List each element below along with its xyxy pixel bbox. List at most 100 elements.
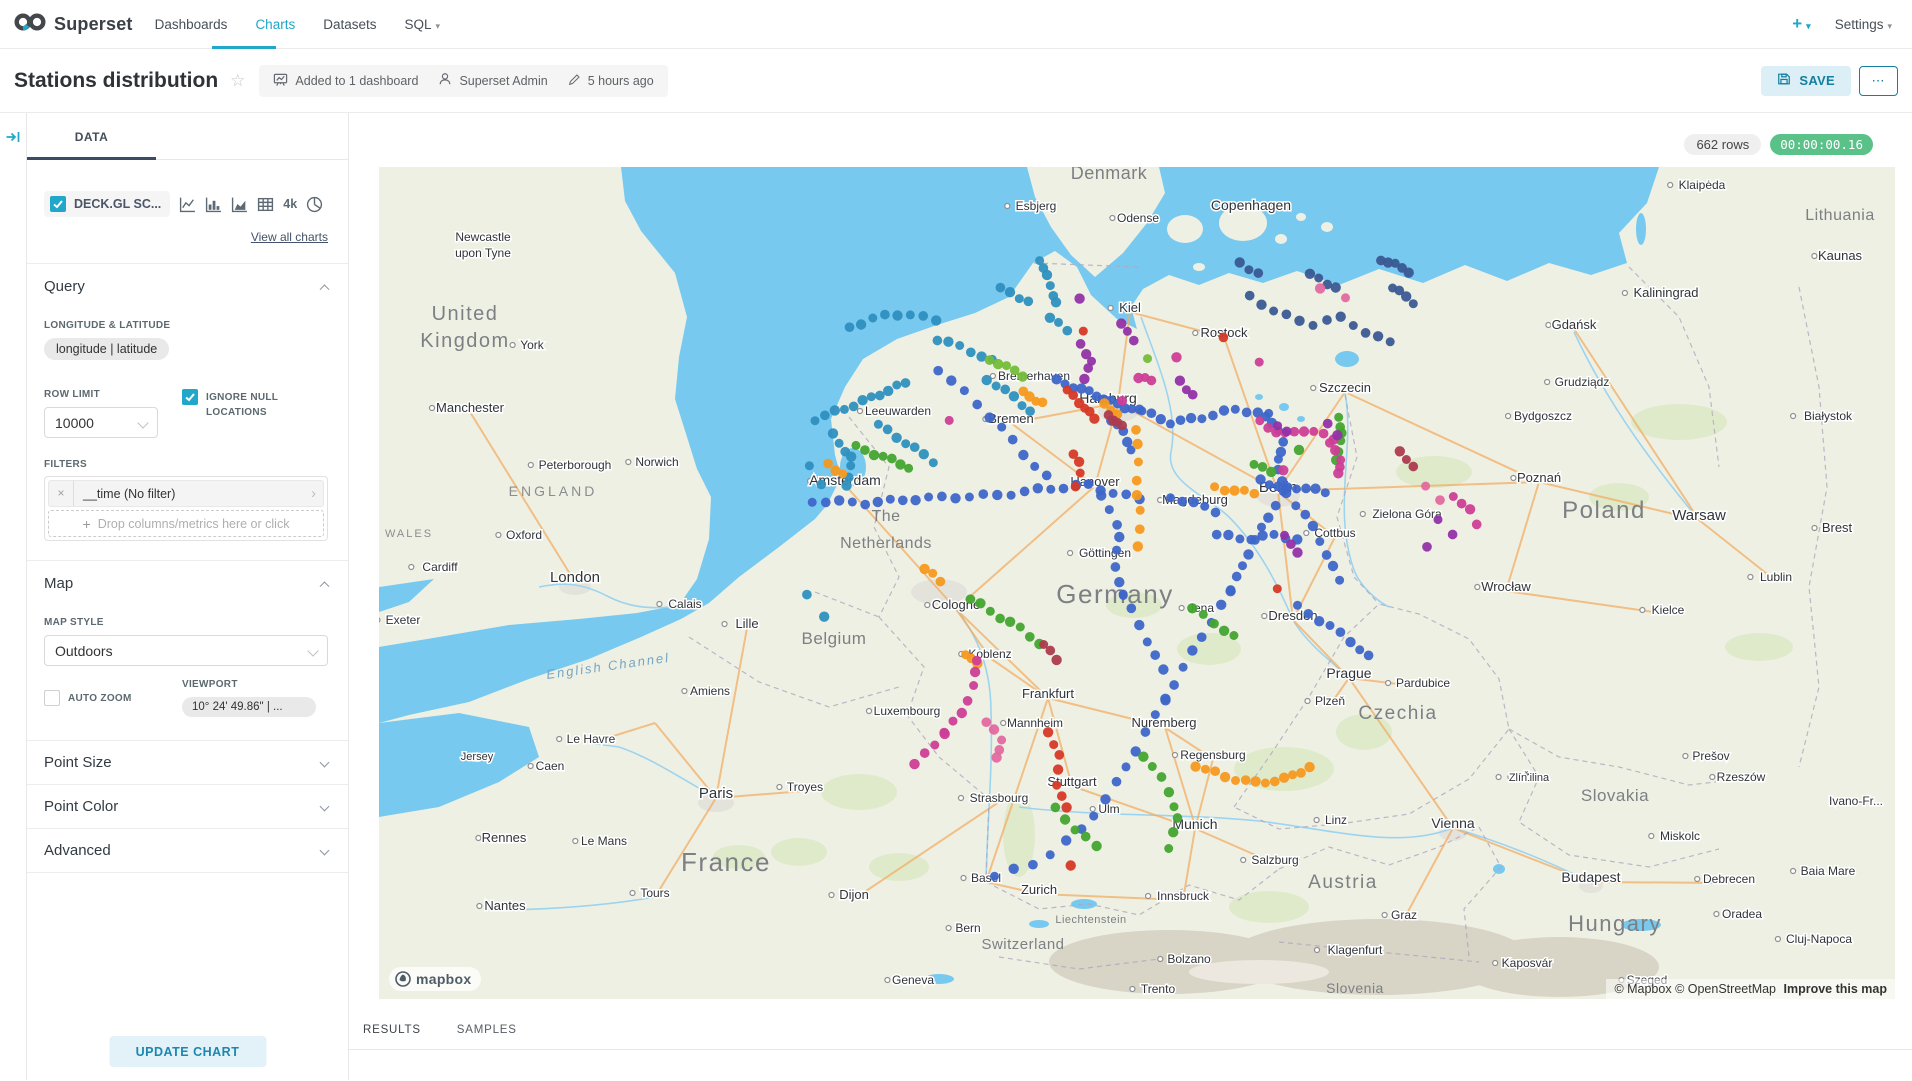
nav-item-dashboards[interactable]: Dashboards: [155, 17, 228, 32]
pie-chart-icon[interactable]: [306, 196, 323, 213]
filter-pill[interactable]: × __time (No filter) ›: [48, 480, 324, 507]
station-point: [1164, 787, 1174, 797]
view-all-charts-link[interactable]: View all charts: [251, 230, 328, 244]
deckgl-scatter-map[interactable]: UnitedKingdomDenmarkFranceGermanyPolandC…: [379, 167, 1895, 999]
station-point: [945, 416, 954, 425]
station-point: [943, 337, 953, 347]
station-point: [997, 736, 1006, 745]
station-point: [919, 449, 929, 459]
nav-item-datasets[interactable]: Datasets: [323, 17, 376, 32]
map-label: Tours: [640, 886, 669, 900]
nav-item-charts[interactable]: Charts: [255, 17, 295, 32]
ignore-null-checkbox[interactable]: [182, 389, 198, 405]
update-chart-button[interactable]: UPDATE CHART: [109, 1036, 266, 1067]
line-chart-icon[interactable]: [179, 196, 196, 213]
map-canvas[interactable]: UnitedKingdomDenmarkFranceGermanyPolandC…: [379, 167, 1895, 999]
tab-data[interactable]: DATA: [27, 113, 156, 160]
datasource-collapse-gutter: [0, 113, 27, 1080]
improve-map-link[interactable]: Improve this map: [1784, 982, 1888, 996]
station-point: [1235, 534, 1244, 543]
station-point: [1053, 764, 1063, 774]
station-point: [1045, 313, 1055, 323]
superset-logo-icon: [14, 10, 46, 39]
section-point-size[interactable]: Point Size: [44, 741, 328, 784]
add-new-button[interactable]: +▾: [1792, 14, 1810, 34]
station-point: [886, 495, 895, 504]
big-number-viz-icon[interactable]: 4k: [283, 197, 297, 211]
favorite-star-icon[interactable]: ☆: [230, 71, 245, 91]
map-label: Prešov: [1692, 749, 1729, 763]
control-panel: DATA DECK.GL SC... 4k: [27, 113, 349, 1080]
station-point: [802, 590, 812, 600]
station-point: [1132, 476, 1142, 486]
station-point: [1114, 577, 1124, 587]
map-label: upon Tyne: [455, 246, 511, 260]
station-point: [1009, 864, 1019, 874]
nav-item-sql[interactable]: SQL▾: [404, 17, 440, 32]
station-point: [1133, 541, 1143, 551]
filter-drop-zone[interactable]: + Drop columns/metrics here or click: [48, 510, 324, 537]
station-point: [901, 378, 911, 388]
station-point: [1299, 426, 1309, 436]
divider: [27, 560, 348, 561]
section-point-color[interactable]: Point Color: [44, 785, 328, 828]
station-point: [1134, 458, 1143, 467]
station-point: [1328, 561, 1338, 571]
station-point: [1292, 485, 1301, 494]
station-point: [1282, 427, 1292, 437]
chart-area: 662 rows 00:00:00.16 UnitedKingdomDenmar…: [349, 113, 1912, 1080]
remove-filter-icon[interactable]: ×: [49, 481, 74, 506]
map-label: Leeuwarden: [865, 404, 931, 418]
map-section-header[interactable]: Map: [44, 575, 328, 592]
results-tab-results[interactable]: RESULTS: [363, 1024, 421, 1036]
more-actions-button[interactable]: ⋯: [1859, 66, 1898, 96]
station-point: [1229, 631, 1238, 640]
svg-text:Czechia: Czechia: [1358, 703, 1437, 724]
map-label: London: [550, 569, 600, 586]
station-point: [1257, 523, 1266, 532]
viz-type-selected[interactable]: DECK.GL SC...: [44, 191, 170, 217]
station-point: [1138, 752, 1148, 762]
section-advanced[interactable]: Advanced: [44, 829, 328, 872]
station-point: [966, 347, 976, 357]
settings-menu[interactable]: Settings▾: [1835, 17, 1892, 32]
station-point: [1226, 585, 1236, 595]
osm-attribution[interactable]: © OpenStreetMap: [1675, 982, 1776, 996]
row-limit-select[interactable]: 10000: [44, 407, 158, 438]
auto-zoom-label: AUTO ZOOM: [68, 693, 132, 704]
station-point: [1177, 497, 1187, 507]
mapbox-logo[interactable]: mapbox: [389, 967, 481, 991]
last-modified[interactable]: 5 hours ago: [568, 73, 654, 89]
station-point: [1049, 740, 1058, 749]
station-point: [966, 594, 976, 604]
auto-zoom-checkbox[interactable]: [44, 690, 60, 706]
query-section-header[interactable]: Query: [44, 278, 328, 295]
superset-brand[interactable]: Superset: [14, 10, 133, 39]
viewport-value-pill[interactable]: 10° 24' 49.86" | ...: [182, 697, 316, 717]
area-chart-icon[interactable]: [231, 196, 248, 213]
station-point: [1281, 488, 1291, 498]
results-tab-samples[interactable]: SAMPLES: [457, 1024, 517, 1036]
plus-icon: +: [83, 516, 91, 532]
bar-chart-icon[interactable]: [205, 196, 222, 213]
svg-text:Poland: Poland: [1562, 497, 1646, 524]
svg-text:Hungary: Hungary: [1568, 911, 1662, 936]
station-point: [1045, 646, 1055, 656]
save-button[interactable]: SAVE: [1761, 66, 1851, 96]
collapse-panel-icon[interactable]: [5, 132, 21, 149]
station-point: [1246, 535, 1256, 545]
station-point: [1164, 844, 1173, 853]
map-label: Kaunas: [1818, 248, 1863, 263]
lonlat-value-pill[interactable]: longitude | latitude: [44, 338, 169, 360]
owner-badge[interactable]: Superset Admin: [438, 72, 547, 89]
dashboard-count-badge[interactable]: Added to 1 dashboard: [273, 72, 418, 90]
table-icon[interactable]: [257, 196, 274, 213]
map-label: Ivano-Fr...: [1829, 794, 1883, 808]
mapbox-attribution[interactable]: © Mapbox: [1614, 982, 1671, 996]
station-point: [1020, 487, 1030, 497]
station-point: [1136, 506, 1145, 515]
map-style-select[interactable]: Outdoors: [44, 635, 328, 666]
station-point: [1081, 832, 1091, 842]
station-point: [1243, 549, 1253, 559]
station-point: [1061, 802, 1071, 812]
